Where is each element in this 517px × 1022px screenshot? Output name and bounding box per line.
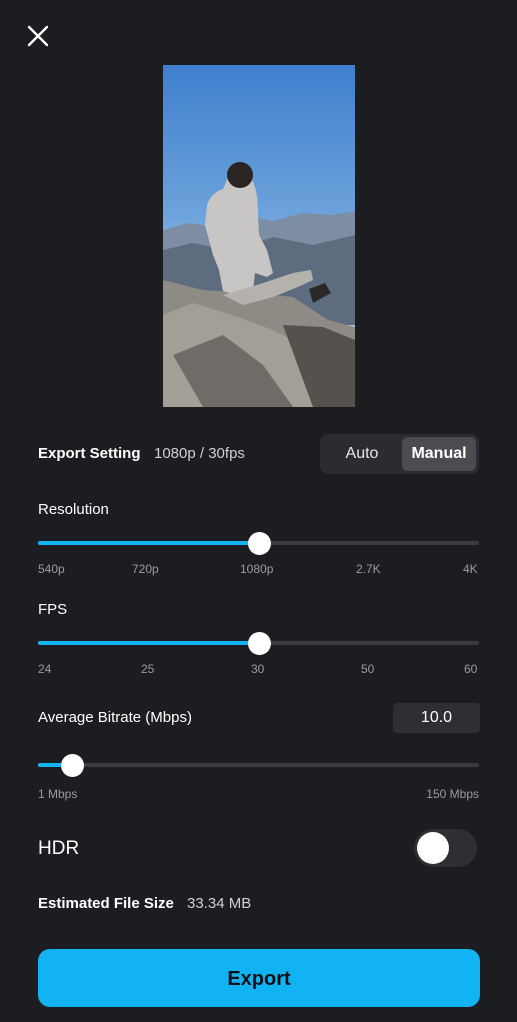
resolution-slider[interactable] [38,531,479,555]
fps-slider[interactable] [38,631,479,655]
close-icon [27,25,49,47]
resolution-tick: 4K [463,562,478,576]
fps-tick: 25 [141,662,155,676]
resolution-fill [38,541,259,545]
bitrate-thumb[interactable] [60,754,84,777]
fps-thumb[interactable] [247,632,271,655]
resolution-tick: 720p [132,562,159,576]
export-setting-value: 1080p / 30fps [154,445,245,462]
resolution-ticks: 540p 720p 1080p 2.7K 4K [38,562,479,578]
export-setting-label: Export Setting [38,445,141,462]
mode-toggle: Auto Manual [320,434,479,474]
resolution-thumb[interactable] [247,532,271,555]
bitrate-label: Average Bitrate (Mbps) [38,709,192,726]
video-preview-thumbnail [163,65,355,407]
fps-tick: 50 [361,662,375,676]
resolution-tick: 540p [38,562,65,576]
bitrate-min-label: 1 Mbps [38,787,78,801]
hdr-toggle-knob [417,832,449,864]
hdr-label: HDR [38,838,80,859]
resolution-tick: 1080p [240,562,274,576]
fps-label: FPS [38,601,68,618]
hdr-toggle[interactable] [414,829,477,867]
resolution-tick: 2.7K [356,562,381,576]
file-size-label: Estimated File Size [38,895,174,912]
export-setting-row: Export Setting 1080p / 30fps Auto Manual [38,434,479,474]
bitrate-max-label: 150 Mbps [426,787,479,801]
file-size-value: 33.34 MB [187,895,252,912]
resolution-label: Resolution [38,501,109,518]
bitrate-track [38,763,479,767]
bitrate-slider[interactable] [38,753,479,777]
mode-manual-button[interactable]: Manual [402,437,476,471]
mode-auto-button[interactable]: Auto [323,437,401,471]
fps-ticks: 24 25 30 50 60 [38,662,479,678]
export-button[interactable]: Export [38,949,480,1007]
bitrate-range: 1 Mbps 150 Mbps [38,787,479,803]
bitrate-input[interactable]: 10.0 [393,703,480,733]
fps-tick: 24 [38,662,52,676]
close-button[interactable] [22,20,54,52]
video-preview [163,65,355,407]
fps-tick: 30 [251,662,265,676]
fps-fill [38,641,259,645]
export-settings-screen: Export Setting 1080p / 30fps Auto Manual… [0,0,517,1022]
fps-tick: 60 [464,662,478,676]
